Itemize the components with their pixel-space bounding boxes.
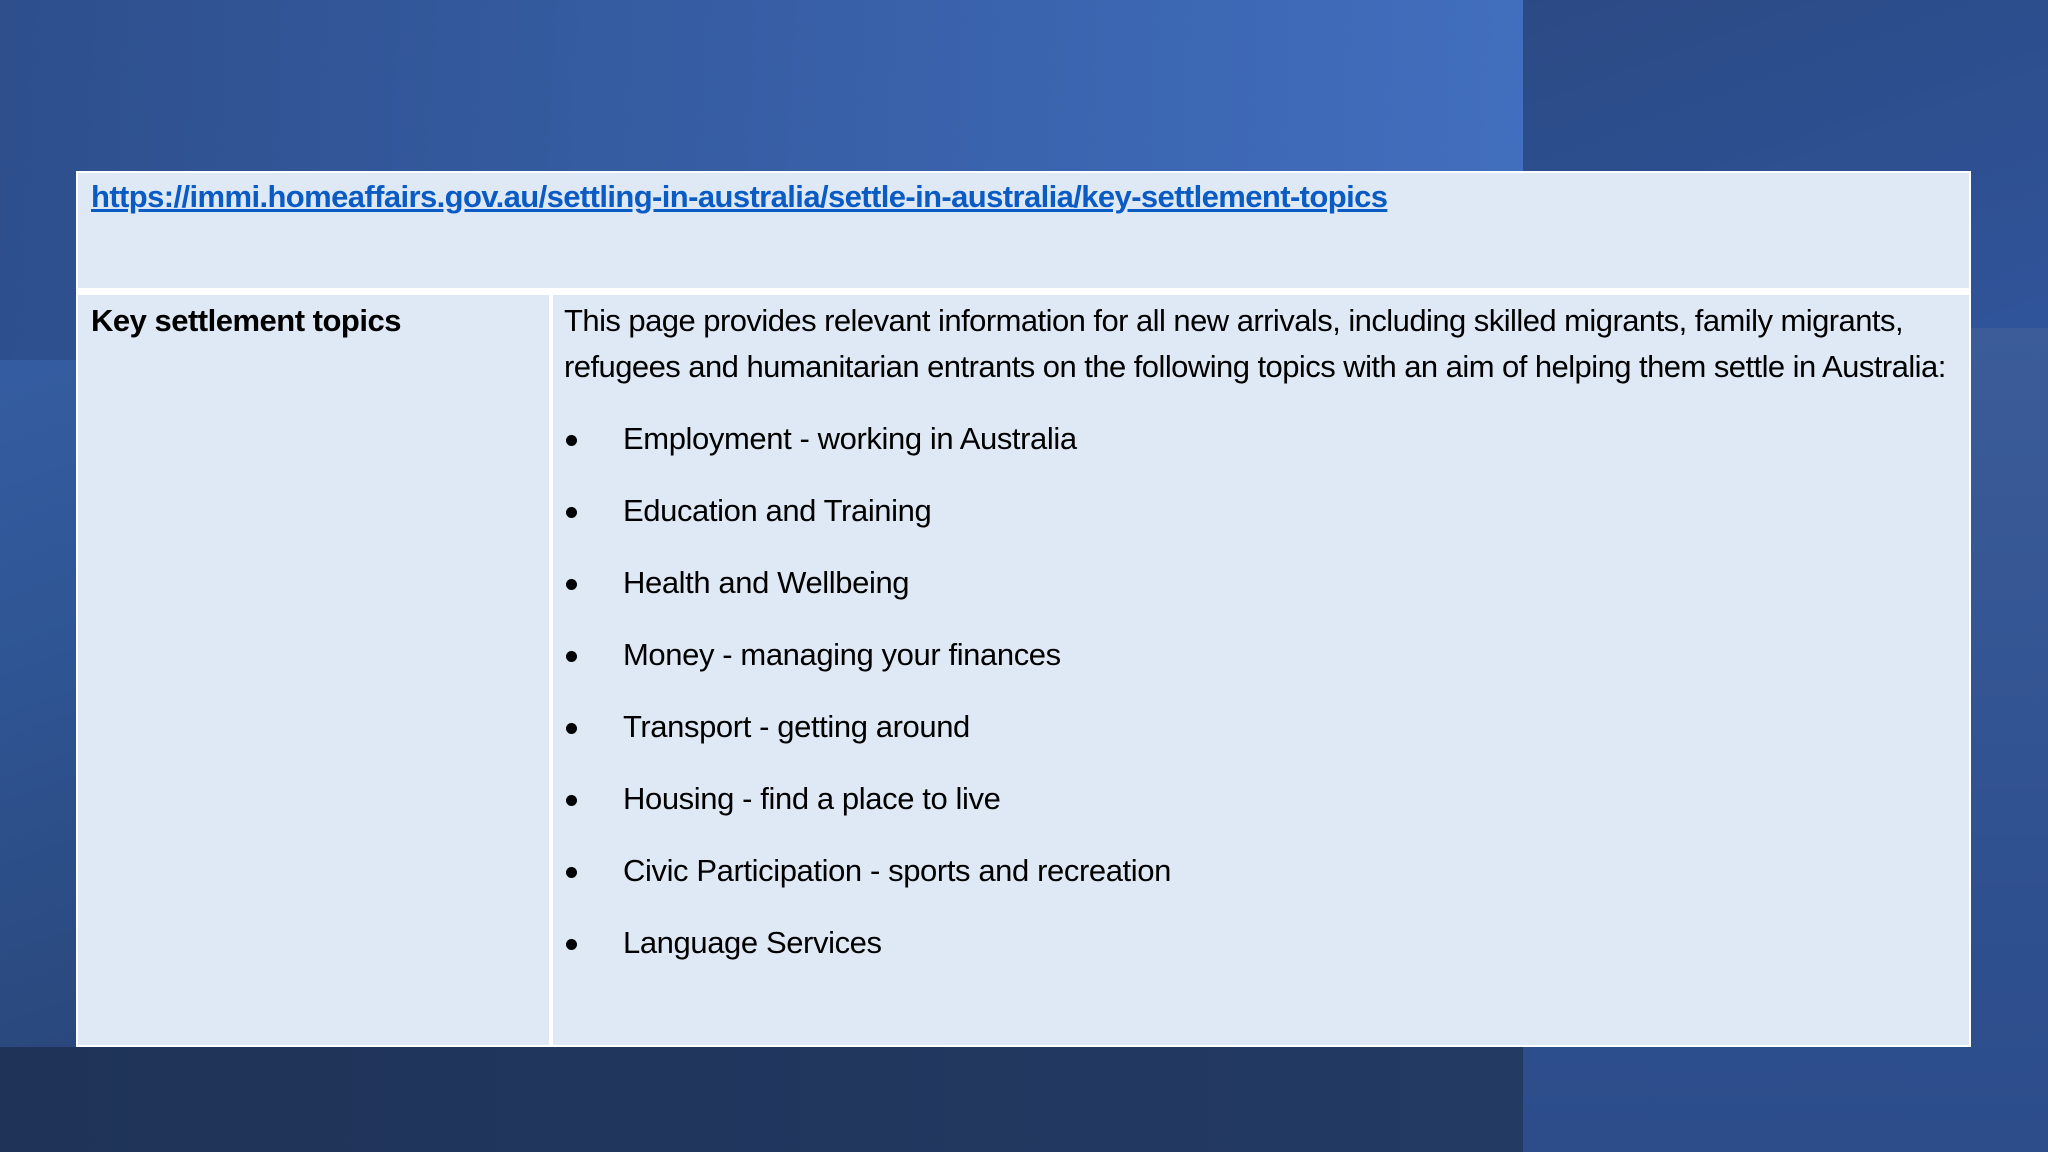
list-item: Money - managing your finances: [564, 632, 1949, 704]
list-item: Language Services: [564, 920, 1949, 992]
topic-text: Health and Wellbeing: [623, 565, 910, 600]
background-bottom: [0, 1047, 1523, 1152]
list-item: Transport - getting around: [564, 704, 1949, 776]
list-item: Employment - working in Australia: [564, 416, 1949, 488]
bullet-icon: [566, 723, 577, 734]
label-cell: Key settlement topics: [78, 295, 549, 1045]
bullet-icon: [566, 435, 577, 446]
list-item: Education and Training: [564, 488, 1949, 560]
topic-text: Employment - working in Australia: [623, 421, 1077, 456]
bullet-icon: [566, 579, 577, 590]
topic-list: Employment - working in Australia Educat…: [564, 416, 1949, 992]
intro-paragraph: This page provides relevant information …: [564, 303, 1946, 384]
bullet-icon: [566, 507, 577, 518]
description-cell: This page provides relevant information …: [553, 295, 1969, 1045]
list-item: Housing - find a place to live: [564, 776, 1949, 848]
list-item: Health and Wellbeing: [564, 560, 1949, 632]
row-label: Key settlement topics: [91, 303, 401, 338]
topic-text: Civic Participation - sports and recreat…: [623, 853, 1171, 888]
content-table: https://immi.homeaffairs.gov.au/settling…: [76, 171, 1971, 1047]
url-cell: https://immi.homeaffairs.gov.au/settling…: [78, 173, 1969, 288]
topic-text: Language Services: [623, 925, 882, 960]
bullet-icon: [566, 867, 577, 878]
settlement-topics-link[interactable]: https://immi.homeaffairs.gov.au/settling…: [91, 179, 1388, 214]
topic-text: Transport - getting around: [623, 709, 970, 744]
topic-text: Education and Training: [623, 493, 932, 528]
topic-text: Housing - find a place to live: [623, 781, 1001, 816]
bullet-icon: [566, 939, 577, 950]
list-item: Civic Participation - sports and recreat…: [564, 848, 1949, 920]
topic-text: Money - managing your finances: [623, 637, 1061, 672]
bullet-icon: [566, 795, 577, 806]
bullet-icon: [566, 651, 577, 662]
